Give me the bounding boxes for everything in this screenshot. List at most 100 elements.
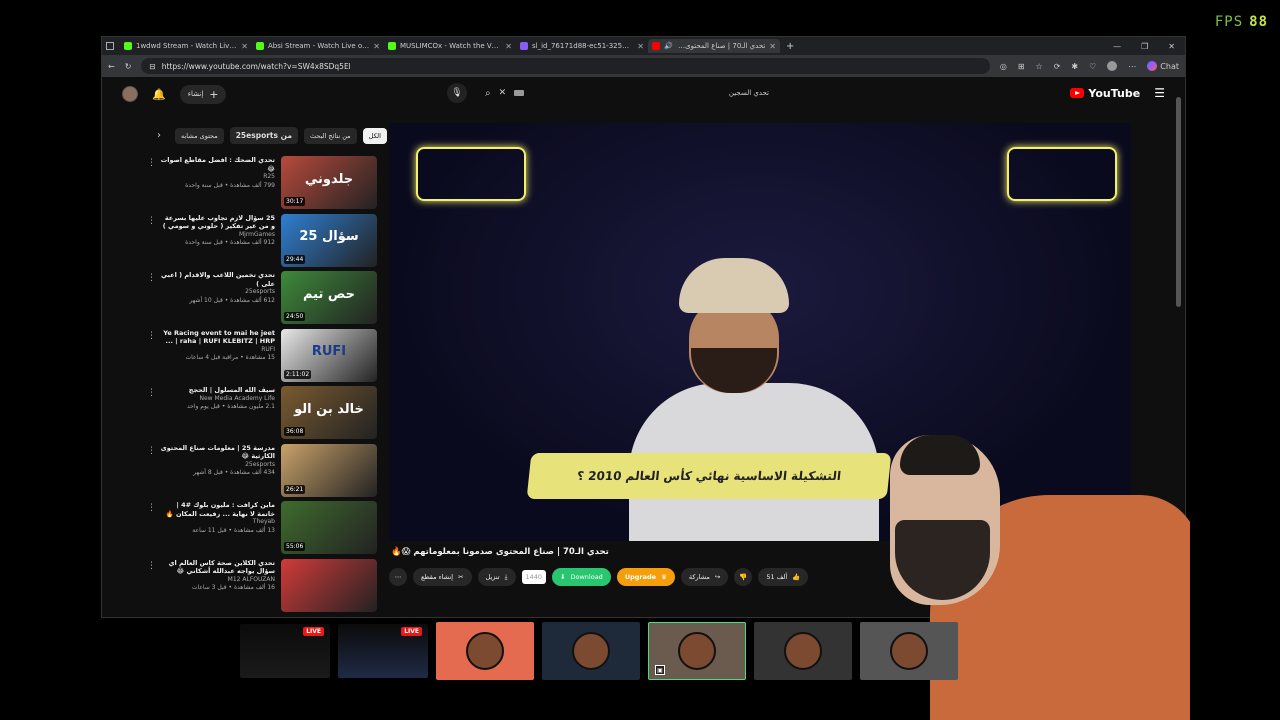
chip-search-results[interactable]: من نتائج البحث (304, 127, 357, 144)
read-aloud-icon[interactable]: ◎ (1000, 62, 1007, 71)
site-info-icon[interactable]: ⊟ (149, 62, 155, 71)
maximize-icon[interactable]: ❐ (1141, 42, 1148, 51)
avatar[interactable] (122, 86, 138, 102)
more-options-icon[interactable]: ⋮ (147, 156, 156, 214)
rec-channel[interactable]: M12 ALFOUZAN (159, 576, 275, 585)
list-item[interactable]: ⋮ تحدي الكلاين صحة كاس العالم اي سؤال يوا… (147, 558, 377, 617)
like-button[interactable]: 51 ألف 👍 (758, 568, 809, 586)
list-item[interactable]: ⋮ Ye Racing event to mai he jeet raha | R… (147, 328, 377, 387)
browser-tab[interactable]: Absi Stream - Watch Live on Kick✕ (252, 39, 384, 53)
more-options-icon[interactable]: ⋮ (147, 329, 156, 387)
list-item[interactable]: ⋮ 25 سؤال لازم تجاوب عليها بسرعة و من غير… (147, 213, 377, 272)
list-item[interactable]: ⋮ ماين كرافت : مليون بلوك #4 | خاتمة لا ن… (147, 501, 377, 559)
rec-title[interactable]: Ye Racing event to mai he jeet raha | RU… (159, 329, 275, 346)
notifications-bell-icon[interactable]: 🔔 (152, 88, 166, 101)
rec-title[interactable]: 25 سؤال لازم تجاوب عليها بسرعة و من غير … (159, 214, 275, 231)
more-options-icon[interactable]: ⋮ (147, 271, 156, 329)
more-options-icon[interactable]: ⋮ (147, 501, 156, 559)
list-item[interactable]: ⋮ تحدي الضحك : افضل مقاطع اصوات 😂 R25 799 أ… (147, 156, 377, 214)
download-extension-button[interactable]: ⬇ Download (552, 568, 611, 586)
quality-count[interactable]: 1440 (521, 570, 547, 584)
upgrade-button[interactable]: Upgrade ♛ (616, 568, 675, 586)
close-icon[interactable]: ✕ (373, 42, 380, 51)
rec-title[interactable]: مدرسة 25 | معلومات صناع المحتوى الكارثية… (159, 444, 275, 461)
close-window-icon[interactable]: ✕ (1168, 42, 1175, 51)
chip-all[interactable]: الكل (362, 127, 387, 144)
rec-channel[interactable]: New Media Academy Life (159, 395, 275, 404)
clear-search-icon[interactable]: ✕ (499, 88, 507, 98)
thumbnail[interactable]: جلدوني 30:17 (281, 156, 377, 209)
rec-channel[interactable]: RUFI (159, 346, 275, 355)
thumbnail[interactable]: 55:06 (281, 501, 377, 554)
list-item[interactable]: ⋮ مدرسة 25 | معلومات صناع المحتوى الكارثي… (147, 443, 377, 502)
rec-title[interactable]: تحدي تخمين اللاعب والاقدام ( اعبي على ) (159, 271, 275, 288)
chevron-left-icon[interactable]: ‹ (157, 130, 161, 141)
hamburger-menu-icon[interactable]: ☰ (1154, 86, 1165, 100)
collections-icon[interactable]: ♡ (1089, 62, 1096, 71)
address-bar[interactable]: ⊟ https://www.youtube.com/watch?v=SW4x8S… (141, 58, 990, 74)
minimize-icon[interactable]: — (1113, 42, 1121, 51)
more-options-icon[interactable]: ⋮ (147, 214, 156, 272)
speaker-icon[interactable]: 🔊 (664, 42, 673, 50)
rec-channel[interactable]: MjrmGames (159, 231, 275, 240)
close-icon[interactable]: ✕ (505, 42, 512, 51)
thumbnail[interactable]: خالد بن الو 36:08 (281, 386, 377, 439)
youtube-logo[interactable]: YouTube ☰ (1070, 86, 1165, 100)
new-tab-icon[interactable]: + (786, 41, 794, 52)
page-scrollbar[interactable] (1176, 97, 1181, 307)
stream-thumbnail[interactable]: LIVE (240, 624, 330, 678)
tab-actions-icon[interactable] (106, 42, 114, 50)
more-options-icon[interactable]: ⋮ (147, 444, 156, 502)
stream-thumbnail[interactable] (542, 622, 640, 680)
rec-title[interactable]: تحدي الكلاين صحة كاس العالم اي سؤال يواج… (159, 559, 275, 576)
stream-thumbnail[interactable] (436, 622, 534, 680)
clip-button[interactable]: إنشاء مقطع ✂ (413, 568, 472, 586)
chip-related[interactable]: محتوى مشابه (175, 127, 224, 144)
rec-title[interactable]: ماين كرافت : مليون بلوك #4 | خاتمة لا نه… (159, 501, 275, 518)
rec-channel[interactable]: 25esports (159, 288, 275, 297)
rec-channel[interactable]: R25 (159, 173, 275, 182)
browser-tab[interactable]: 1wdwd Stream - Watch Live on Ki✕ (120, 39, 252, 53)
search-icon[interactable]: ⌕ (485, 88, 491, 99)
apps-icon[interactable]: ⊞ (1018, 62, 1025, 71)
list-item[interactable]: ⋮ تحدي تخمين اللاعب والاقدام ( اعبي على )… (147, 271, 377, 329)
stream-thumbnail[interactable]: LIVE (338, 624, 428, 678)
close-icon[interactable]: ✕ (769, 42, 776, 51)
search-input[interactable]: ⌕ ✕ تحدي السجين (477, 83, 777, 103)
more-actions-icon[interactable]: ⋯ (389, 568, 407, 586)
favorite-star-icon[interactable]: ☆ (1036, 62, 1043, 71)
thumbnail[interactable] (281, 558, 377, 612)
keyboard-icon[interactable] (514, 90, 525, 96)
more-menu-icon[interactable]: ⋯ (1128, 62, 1136, 71)
rec-channel[interactable]: 25esports (159, 461, 275, 470)
back-icon[interactable]: ← (108, 62, 115, 71)
reload-icon[interactable]: ↻ (125, 62, 132, 71)
share-button[interactable]: مشاركة ↪ (680, 568, 729, 586)
stream-thumbnail[interactable]: ▣ (648, 622, 746, 680)
stream-thumbnail[interactable] (754, 622, 852, 680)
dislike-icon[interactable]: 👎 (734, 568, 753, 586)
browser-tab[interactable]: sl_id_76171d88-ec51-3250-97ed✕ (516, 39, 648, 53)
copilot-chat-button[interactable]: Chat (1147, 61, 1179, 71)
rec-title[interactable]: تحدي الضحك : افضل مقاطع اصوات 😂 (159, 156, 275, 173)
extensions-icon[interactable]: ✱ (1071, 62, 1078, 71)
refresh-extension-icon[interactable]: ⟳ (1054, 62, 1061, 71)
chip-channel[interactable]: من 25esports (229, 127, 298, 144)
list-item[interactable]: ⋮ سيف الله المسلول | الحجج New Media Acade… (147, 386, 377, 444)
close-icon[interactable]: ✕ (241, 42, 248, 51)
browser-tab[interactable]: MUSLIMCOx - Watch the VOD or ✕ (384, 39, 516, 53)
close-icon[interactable]: ✕ (637, 42, 644, 51)
rec-title[interactable]: سيف الله المسلول | الحجج (159, 386, 275, 395)
thumbnail[interactable]: 26:21 (281, 443, 377, 497)
more-options-icon[interactable]: ⋮ (147, 559, 156, 617)
create-button[interactable]: إنشاء + (179, 84, 227, 104)
microphone-icon[interactable]: 🎙 (447, 83, 467, 103)
browser-tab-active[interactable]: 🔊تحدي الـ70 | صناع المحتوى ص...✕ (648, 39, 780, 53)
thumbnail[interactable]: RUFI 2:11:02 (281, 328, 377, 382)
rec-channel[interactable]: Theyab (159, 518, 275, 527)
download-yt-button[interactable]: تنزيل ⤓ (477, 568, 516, 586)
thumbnail[interactable]: حص تيم 24:50 (281, 271, 377, 324)
more-options-icon[interactable]: ⋮ (147, 386, 156, 444)
profile-icon[interactable] (1107, 61, 1118, 71)
stream-thumbnail[interactable] (860, 622, 958, 680)
